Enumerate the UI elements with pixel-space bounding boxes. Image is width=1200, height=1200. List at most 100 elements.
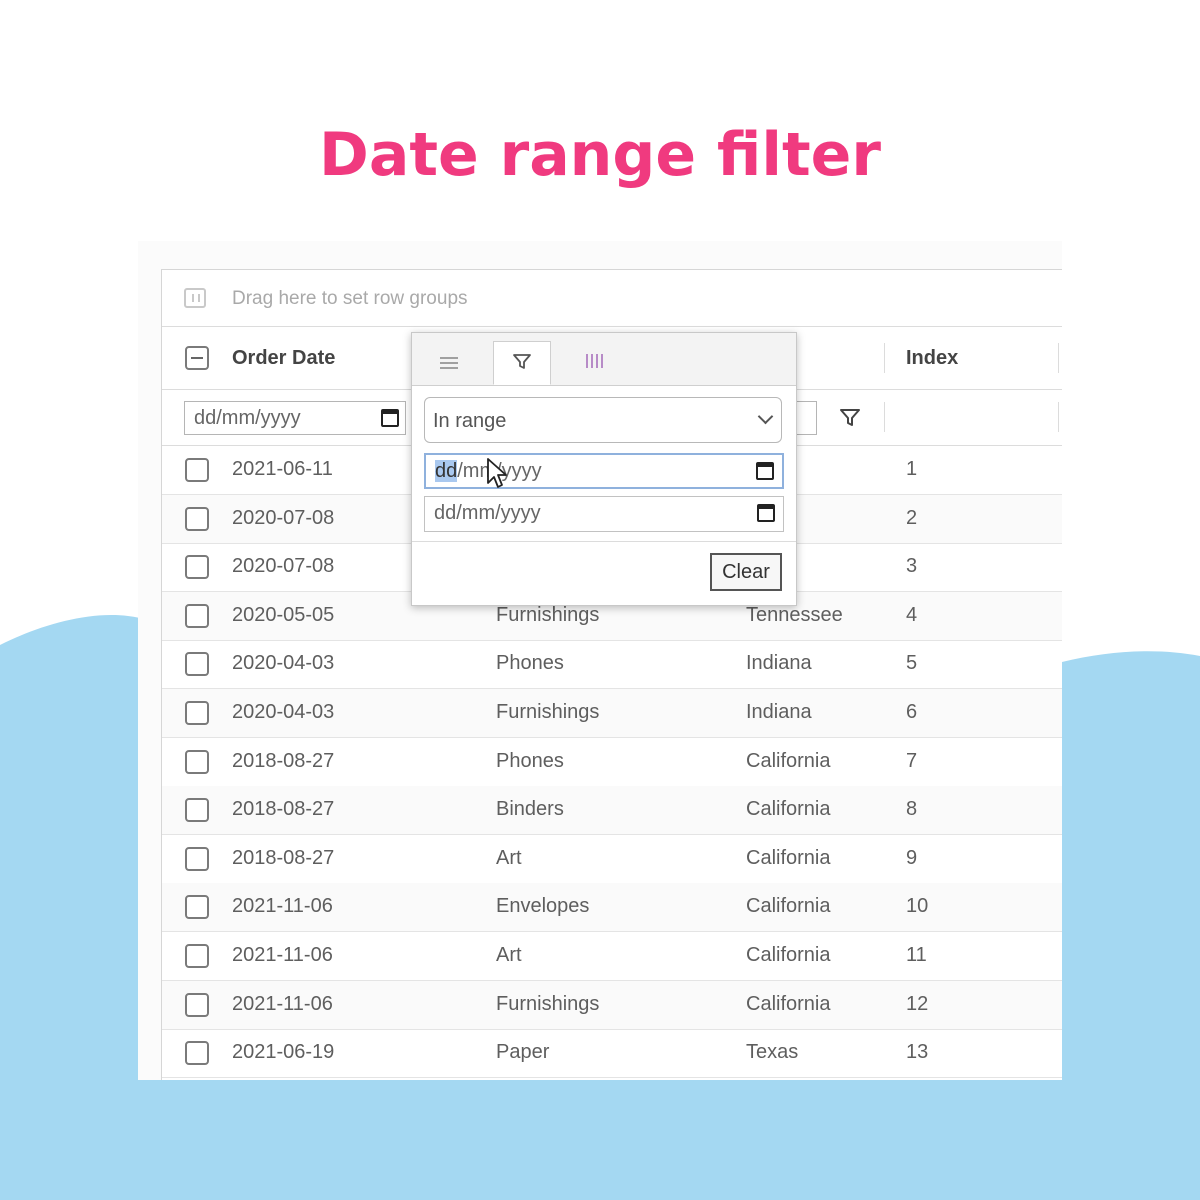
- date-to-input[interactable]: dd/mm/yyyy: [424, 496, 784, 532]
- filter-icon[interactable]: [839, 408, 861, 428]
- cell-order-date: 2020-04-03: [232, 652, 335, 675]
- row-checkbox[interactable]: [185, 506, 209, 531]
- cell-category: Furnishings: [496, 701, 600, 723]
- row-checkbox[interactable]: [185, 603, 209, 628]
- row-checkbox[interactable]: [185, 944, 209, 968]
- cell-index: 6: [906, 701, 918, 723]
- mouse-cursor-icon: [487, 458, 507, 488]
- table-row[interactable]: 2020-04-03 Furnishings Indiana 6: [162, 689, 1062, 738]
- chevron-down-icon: [757, 408, 774, 425]
- cell-index: 11: [906, 944, 927, 966]
- row-checkbox[interactable]: [185, 846, 209, 871]
- cell-order-date: 2018-08-27: [232, 846, 335, 869]
- cell-order-date: 2020-07-08: [232, 555, 335, 578]
- column-separator: [1058, 402, 1059, 432]
- column-separator[interactable]: [1058, 343, 1059, 373]
- cell-index: 2: [906, 506, 918, 529]
- table-row[interactable]: 2018-08-27 Phones California 7: [162, 738, 1062, 787]
- clear-button[interactable]: Clear: [710, 553, 782, 591]
- table-row[interactable]: 2021-11-06 Envelopes California 10: [162, 883, 1062, 933]
- cell-index: 13: [906, 1041, 929, 1064]
- cell-index: 5: [906, 652, 918, 675]
- cell-order-date: 2018-08-27: [232, 798, 335, 821]
- calendar-icon[interactable]: [757, 504, 775, 522]
- table-row[interactable]: 2018-08-27 Binders California 8: [162, 786, 1062, 836]
- cell-order-date: 2021-11-06: [232, 944, 333, 966]
- cell-state: California: [746, 992, 831, 1015]
- cell-order-date: 2021-06-11: [232, 458, 333, 480]
- cell-category: Envelopes: [496, 895, 590, 918]
- date-from-input[interactable]: dd/mm/yyyy: [424, 453, 784, 489]
- row-checkbox[interactable]: [185, 701, 209, 725]
- cell-order-date: 2021-11-06: [232, 895, 333, 918]
- cell-order-date: 2020-05-05: [232, 603, 335, 626]
- table-row[interactable]: 2021-06-19 Paper Texas 13: [162, 1029, 1062, 1079]
- cell-category: Furnishings: [496, 603, 600, 626]
- cell-state: California: [746, 895, 831, 918]
- table-row[interactable]: 2021-11-06 Art California 11: [162, 932, 1062, 981]
- cell-state: Indiana: [746, 652, 812, 675]
- cell-index: 1: [906, 458, 918, 480]
- date-from-selected-segment: dd: [435, 460, 458, 482]
- cell-category: Phones: [496, 749, 564, 772]
- row-group-icon: [184, 288, 206, 308]
- calendar-icon[interactable]: [756, 462, 774, 480]
- header-index[interactable]: Index: [906, 347, 958, 370]
- columns-icon[interactable]: [570, 333, 630, 385]
- cell-category: Art: [496, 944, 522, 966]
- filter-operator-select[interactable]: In range: [424, 397, 782, 443]
- filter-operator-value: In range: [433, 410, 507, 432]
- cell-index: 10: [906, 895, 929, 918]
- cell-index: 3: [906, 555, 918, 578]
- cell-order-date: 2020-04-03: [232, 701, 335, 723]
- popup-tab-bar: [412, 333, 796, 386]
- cell-category: Phones: [496, 652, 564, 675]
- cell-index: 12: [906, 992, 929, 1015]
- cell-state: Texas: [746, 1041, 799, 1064]
- order-date-floating-filter[interactable]: dd/mm/yyyy: [184, 401, 406, 435]
- date-to-placeholder: dd/mm/yyyy: [434, 502, 541, 524]
- cell-state: California: [746, 944, 831, 966]
- header-order-date[interactable]: Order Date: [232, 347, 335, 370]
- page-title: Date range filter: [319, 120, 881, 190]
- cell-state: Tennessee: [746, 603, 843, 626]
- filter-icon: [513, 354, 531, 369]
- popup-divider: [412, 541, 796, 542]
- column-separator: [884, 402, 885, 432]
- row-checkbox[interactable]: [185, 992, 209, 1017]
- cell-category: Paper: [496, 1041, 550, 1064]
- row-checkbox[interactable]: [185, 555, 209, 580]
- cell-index: 8: [906, 798, 918, 821]
- filter-popup: In range dd/mm/yyyy dd/mm/yyyy Clear: [411, 332, 797, 606]
- cell-category: Binders: [496, 798, 564, 821]
- cell-index: 4: [906, 603, 918, 626]
- row-checkbox[interactable]: [185, 895, 209, 920]
- cell-order-date: 2020-07-08: [232, 506, 335, 529]
- row-checkbox[interactable]: [185, 652, 209, 677]
- table-row[interactable]: 2020-04-03 Phones Indiana 5: [162, 640, 1062, 690]
- select-all-checkbox[interactable]: [185, 346, 209, 370]
- row-checkbox[interactable]: [185, 1041, 209, 1066]
- table-row[interactable]: 2018-08-27 Art California 9: [162, 835, 1062, 884]
- date-placeholder: dd/mm/yyyy: [194, 406, 301, 429]
- row-checkbox[interactable]: [185, 458, 209, 482]
- calendar-icon[interactable]: [381, 409, 399, 427]
- menu-icon[interactable]: [420, 333, 480, 385]
- cell-state: California: [746, 749, 831, 772]
- cell-index: 7: [906, 749, 918, 772]
- cell-category: Furnishings: [496, 992, 600, 1015]
- row-group-panel[interactable]: Drag here to set row groups: [162, 270, 1062, 327]
- cell-order-date: 2018-08-27: [232, 749, 335, 772]
- row-checkbox[interactable]: [185, 749, 209, 774]
- cell-state: California: [746, 798, 831, 821]
- cell-order-date: 2021-11-06: [232, 992, 333, 1015]
- cell-state: Indiana: [746, 701, 812, 723]
- cell-order-date: 2021-06-19: [232, 1041, 335, 1064]
- tab-filter[interactable]: [493, 341, 551, 385]
- cell-index: 9: [906, 846, 918, 869]
- table-row[interactable]: 2021-11-06 Furnishings California 12: [162, 980, 1062, 1030]
- row-group-placeholder: Drag here to set row groups: [232, 288, 468, 309]
- column-separator[interactable]: [884, 343, 885, 373]
- row-checkbox[interactable]: [185, 798, 209, 823]
- cell-state: California: [746, 846, 831, 869]
